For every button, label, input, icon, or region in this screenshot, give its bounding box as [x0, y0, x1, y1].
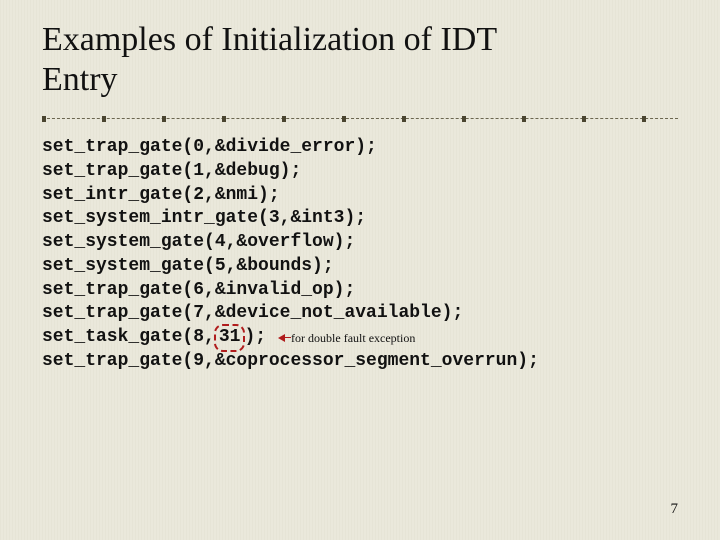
title-separator: [42, 116, 678, 122]
code-line: set_system_gate(5,&bounds);: [42, 255, 678, 279]
code-line: set_trap_gate(1,&debug);: [42, 160, 678, 184]
code-block: set_trap_gate(0,&divide_error); set_trap…: [42, 136, 678, 374]
code-fragment: );: [244, 327, 266, 347]
title-line-1: Examples of Initialization of IDT: [42, 21, 497, 58]
code-line: set_system_intr_gate(3,&int3);: [42, 207, 678, 231]
annotation-text: for double fault exception: [291, 331, 415, 345]
code-line: set_system_gate(4,&overflow);: [42, 231, 678, 255]
title-line-2: Entry: [42, 61, 118, 98]
arrow-left-icon: [278, 334, 288, 342]
code-fragment: set_task_gate(8,: [42, 327, 215, 347]
code-line: set_trap_gate(7,&device_not_available);: [42, 302, 678, 326]
code-line: set_trap_gate(6,&invalid_op);: [42, 279, 678, 303]
page-number: 7: [671, 501, 679, 518]
code-line: set_trap_gate(9,&coprocessor_segment_ove…: [42, 350, 678, 374]
callout-annotation: for double fault exception: [278, 331, 415, 345]
highlight-box: 31: [214, 324, 246, 352]
slide: Examples of Initialization of IDT Entry …: [0, 0, 720, 540]
code-line: set_trap_gate(0,&divide_error);: [42, 136, 678, 160]
code-line: set_intr_gate(2,&nmi);: [42, 184, 678, 208]
highlighted-value: 31: [219, 327, 241, 347]
code-line-with-callout: set_task_gate(8,31); for double fault exc…: [42, 326, 678, 350]
slide-title: Examples of Initialization of IDT Entry: [42, 20, 678, 100]
